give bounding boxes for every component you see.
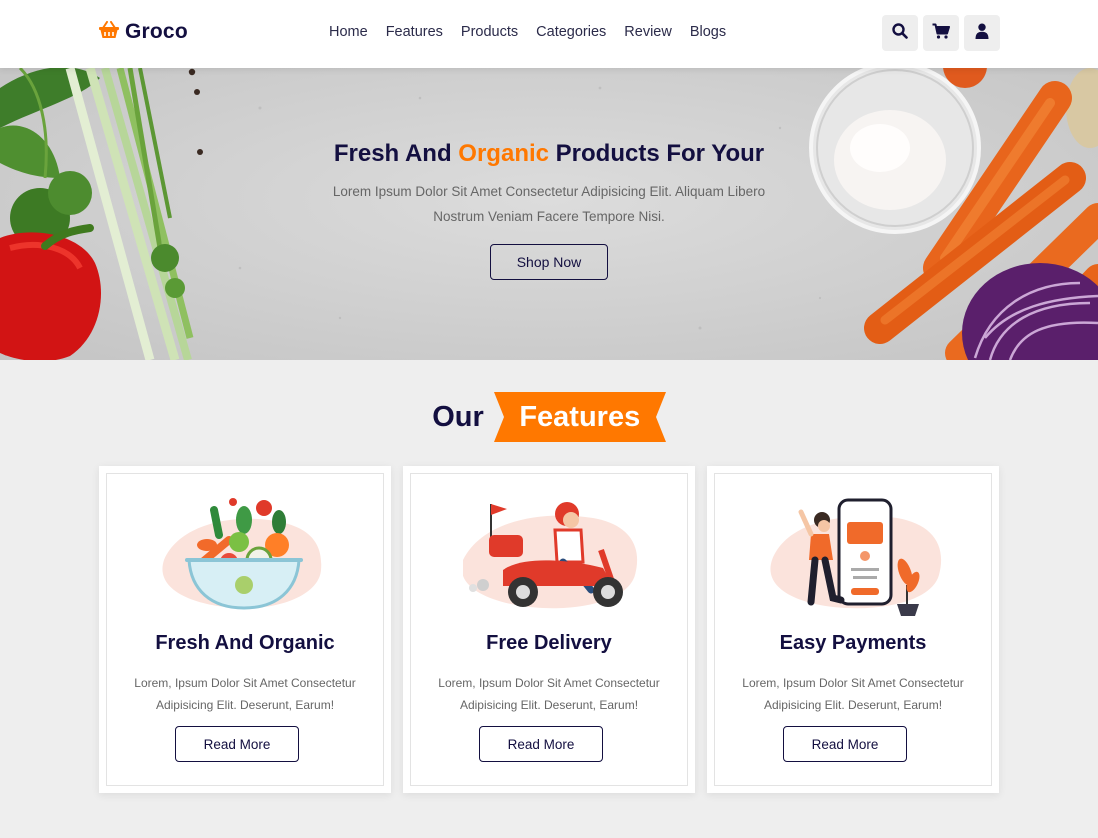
nav-categories[interactable]: Categories: [536, 24, 606, 40]
hero-title: Fresh And Organic Products For Your: [0, 140, 1098, 168]
mobile-payment-illustration: [770, 498, 942, 616]
heading-ribbon: Features: [493, 392, 666, 442]
card-description: Lorem, Ipsum Dolor Sit Amet Consectetur …: [134, 676, 356, 712]
hero-banner: Fresh And Organic Products For Your Lore…: [0, 68, 1098, 360]
shop-now-button[interactable]: Shop Now: [490, 244, 608, 280]
heading-plain-text: Our: [432, 400, 484, 433]
heading-accent-text: Features: [519, 401, 641, 433]
user-button[interactable]: [964, 15, 1000, 51]
cart-icon: [932, 23, 950, 44]
header-actions: [882, 15, 1000, 51]
cart-button[interactable]: [923, 15, 959, 51]
basket-icon: [98, 20, 120, 44]
site-header: Groco Home Features Products Categories …: [0, 0, 1098, 68]
search-button[interactable]: [882, 15, 918, 51]
brand-name: Groco: [125, 20, 188, 43]
nav-features[interactable]: Features: [386, 24, 443, 40]
features-heading: Our Features: [0, 392, 1098, 442]
nav-products[interactable]: Products: [461, 24, 518, 40]
hero-description: Lorem Ipsum Dolor Sit Amet Consectetur A…: [332, 184, 766, 224]
nav-home[interactable]: Home: [329, 24, 368, 40]
read-more-button[interactable]: Read More: [479, 726, 603, 762]
user-icon: [975, 23, 989, 44]
card-description: Lorem, Ipsum Dolor Sit Amet Consectetur …: [742, 676, 964, 712]
feature-card-payments: Easy Payments Lorem, Ipsum Dolor Sit Ame…: [707, 466, 999, 793]
nav-blogs[interactable]: Blogs: [690, 24, 726, 40]
salad-bowl-illustration: [162, 498, 322, 610]
brand-logo[interactable]: Groco: [98, 20, 188, 44]
delivery-scooter-illustration: [463, 502, 638, 609]
search-icon: [892, 22, 908, 44]
hero-title-after: Products For Your: [549, 140, 765, 167]
hero-title-accent: Organic: [458, 140, 549, 167]
main-nav: Home Features Products Categories Review…: [329, 24, 726, 40]
card-title: Easy Payments: [779, 632, 927, 654]
feature-card-delivery: Free Delivery Lorem, Ipsum Dolor Sit Ame…: [403, 466, 695, 793]
card-description: Lorem, Ipsum Dolor Sit Amet Consectetur …: [438, 676, 660, 712]
card-title: Fresh And Organic: [155, 632, 335, 654]
feature-card-fresh: Fresh And Organic Lorem, Ipsum Dolor Sit…: [99, 466, 391, 793]
read-more-button[interactable]: Read More: [175, 726, 299, 762]
nav-review[interactable]: Review: [624, 24, 672, 40]
card-title: Free Delivery: [486, 632, 612, 654]
hero-title-before: Fresh And: [333, 140, 459, 167]
read-more-button[interactable]: Read More: [783, 726, 907, 762]
